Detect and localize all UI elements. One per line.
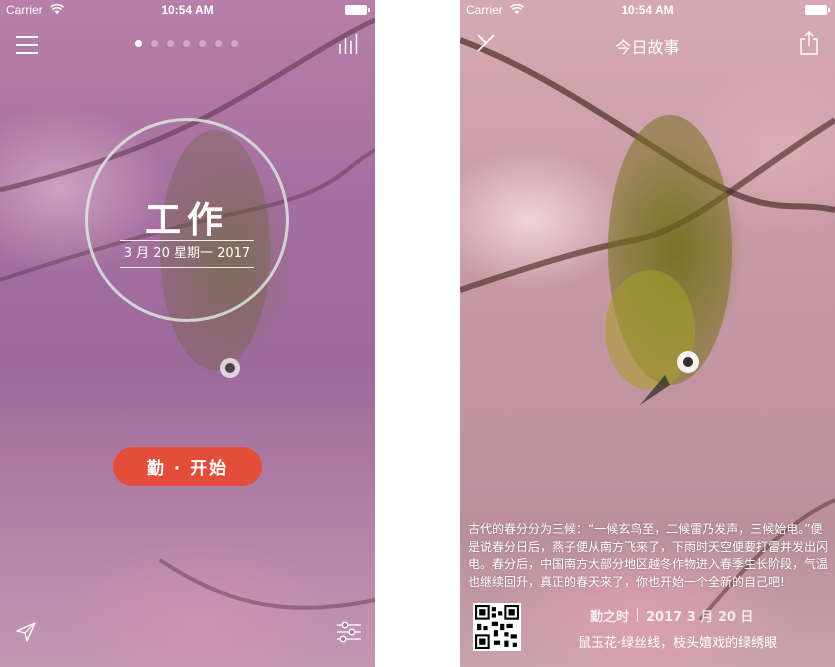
story-screen: Carrier 10:54 AM 今日故事 古代的春分分为三候：“一候玄鸟至，二… [460, 0, 835, 667]
clock: 10:54 AM [161, 3, 214, 17]
home-screen: Carrier 10:54 AM 工作 3 月 20 星期一 2017 勤 · … [0, 0, 375, 667]
story-text: 古代的春分分为三候：“一候玄鸟至，二候雷乃发声，三候始电。”便是说春分日后，燕子… [468, 522, 829, 589]
start-button[interactable]: 勤 · 开始 [113, 447, 262, 486]
status-bar: Carrier 10:54 AM [0, 0, 375, 20]
page-dot[interactable] [167, 40, 174, 47]
page-dot[interactable] [231, 40, 238, 47]
qr-code [473, 603, 521, 651]
footer-meta: 勤之时 2017 3 月 20 日 [590, 607, 820, 625]
stats-icon[interactable] [337, 32, 359, 54]
page-dot[interactable] [183, 40, 190, 47]
page-title: 今日故事 [615, 38, 680, 57]
branch-decoration [0, 17, 375, 610]
share-icon[interactable] [799, 31, 819, 55]
divider [637, 608, 639, 622]
page-dot[interactable] [199, 40, 206, 47]
clock: 10:54 AM [621, 3, 674, 17]
app-name: 勤之时 [590, 609, 630, 625]
date-circle: 工作 3 月 20 星期一 2017 [85, 118, 289, 322]
battery-icon [805, 5, 830, 15]
task-title: 工作 [144, 199, 229, 241]
page-dot[interactable] [135, 40, 142, 47]
footer-date: 2017 3 月 20 日 [646, 609, 754, 625]
date-line: 3 月 20 星期一 2017 [120, 240, 254, 268]
photo-caption: 鼠玉花·绿丝线，枝头嬉戏的绿绣眼 [578, 636, 778, 651]
page-dot[interactable] [151, 40, 158, 47]
battery-icon [345, 5, 370, 15]
send-icon[interactable] [16, 622, 36, 642]
menu-icon[interactable] [16, 36, 38, 54]
settings-sliders-icon[interactable] [337, 621, 361, 643]
page-dot[interactable] [215, 40, 222, 47]
page-indicator[interactable] [135, 40, 238, 48]
status-bar: Carrier 10:54 AM [460, 0, 835, 20]
